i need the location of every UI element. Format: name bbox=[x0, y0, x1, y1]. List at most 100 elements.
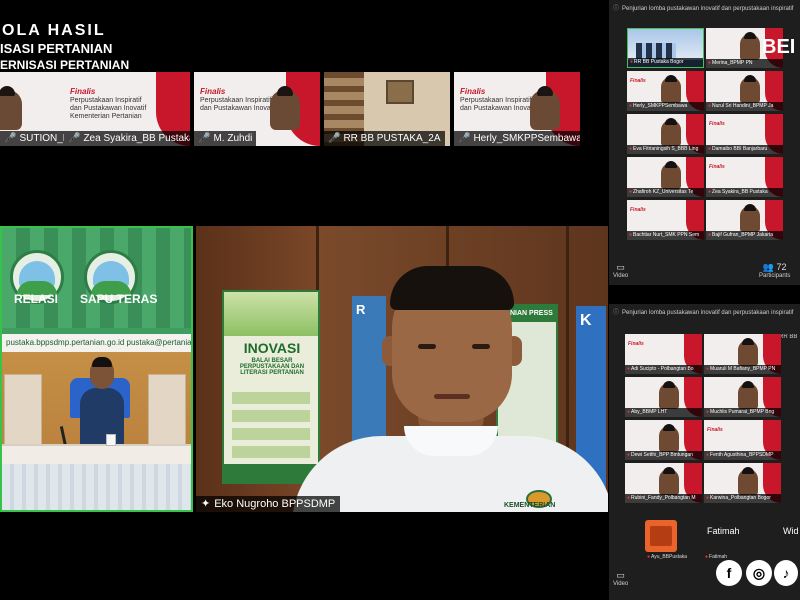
participant-tile[interactable]: ●Aby_BBMP LHT bbox=[625, 377, 702, 417]
participant-name: ●Dewi Setthi_BPP Bintungan bbox=[625, 451, 702, 460]
poster-letter: K bbox=[580, 312, 592, 329]
participant-name-text: RR BB Pustaka Bogor bbox=[634, 59, 684, 65]
cup bbox=[106, 434, 116, 446]
main-speaker-tile[interactable]: INOVASI BALAI BESAR PERPUSTAKAAN DAN LIT… bbox=[196, 226, 608, 512]
participant-tile[interactable]: Finalis ●Bachtiar Nurt_SMK PPN Sem bbox=[627, 200, 704, 240]
slide-line: Perpustakaan Inspiratif bbox=[200, 97, 272, 104]
shirt-logo-text: KEMENTERIAN bbox=[504, 502, 556, 509]
inovasi-poster: INOVASI BALAI BESAR PERPUSTAKAAN DAN LIT… bbox=[222, 290, 320, 484]
participant-name-text: Dewi Setthi_BPP Bintungan bbox=[631, 452, 693, 458]
slide-text: Finalis bbox=[628, 341, 644, 347]
poster-title: INOVASI bbox=[243, 340, 301, 356]
mic-muted-icon: 🎤 bbox=[4, 133, 17, 144]
participant-name: ●Fenth Agusthina_BPPSDMP bbox=[704, 451, 781, 460]
participant-name: ●Zhafiroh KZ_Universitas Te bbox=[627, 188, 704, 197]
banner-line-1: OLA HASIL bbox=[2, 22, 106, 39]
participant-name: ●Eva Fitrianingsih S_BBB Ling bbox=[627, 145, 704, 154]
participant-tile[interactable]: ●Muchlis Pumarai_BPMP Bng bbox=[704, 377, 781, 417]
slide-line: dan Pustakawan Inovatif bbox=[200, 105, 277, 112]
mic-muted-icon: ● bbox=[708, 232, 712, 238]
mic-muted-icon: 🎤 bbox=[328, 133, 341, 144]
participant-name-text: RR BB PUSTAKA_2A bbox=[343, 133, 441, 144]
speaker-name: ✦ Eko Nugroho BPPSDMP bbox=[196, 496, 341, 512]
participant-video bbox=[740, 32, 760, 60]
participant-tile-active[interactable]: RELASI SAPU TERAS pustaka.bppsdmp.pertan… bbox=[0, 226, 193, 512]
participant-name-text: Merina_BPMP PN bbox=[712, 60, 753, 66]
participant-name-text: M. Zuhdi bbox=[213, 133, 253, 144]
participant-name: ●Muchlis Pumarai_BPMP Bng bbox=[704, 408, 781, 417]
mic-muted-icon: ● bbox=[627, 409, 631, 415]
slide-heading: Finalis bbox=[200, 87, 226, 96]
participant-video bbox=[661, 75, 681, 103]
participant-tile[interactable]: ●Nurul Sri Handini_BPMP Ja bbox=[706, 71, 783, 111]
participant-tile[interactable]: Finalis Perpustakaan Inspiratif dan Pustak… bbox=[454, 72, 580, 146]
participant-name: 🎤 RR BB PUSTAKA_2A bbox=[324, 131, 445, 146]
poster-row bbox=[232, 410, 310, 422]
slide-heading: Finalis bbox=[628, 341, 644, 347]
participants-button[interactable]: 👥 72 Participants bbox=[759, 262, 790, 279]
person-head bbox=[90, 357, 114, 389]
participant-tile[interactable]: ●Bajif Gufran_BPMP Jakarta bbox=[706, 200, 783, 240]
participant-name-text: Karwina_Polbangtan Bogor bbox=[710, 495, 771, 501]
poster-label-sapu: SAPU TERAS bbox=[80, 292, 158, 306]
participant-video bbox=[661, 118, 681, 146]
participant-name: ●Merina_BPMP PN bbox=[706, 59, 783, 68]
banner-line-3: ERNISASI PERTANIAN bbox=[0, 58, 130, 72]
pin-icon: ✦ bbox=[201, 498, 211, 510]
mic-muted-icon: ● bbox=[630, 59, 634, 65]
instagram-icon[interactable]: ◎ bbox=[746, 560, 772, 586]
meeting-topic-text: Penjurian lomba pustakawan inovatif dan … bbox=[622, 310, 794, 316]
participant-tile[interactable]: ●Rubini_Fandy_Polbangtan M bbox=[625, 463, 702, 503]
participant-tile[interactable]: ●Karwina_Polbangtan Bogor bbox=[704, 463, 781, 503]
participant-name-text: Nurul Sri Handini_BPMP Ja bbox=[712, 103, 774, 109]
slide-heading: Finalis bbox=[460, 87, 486, 96]
participant-tile[interactable]: 🎤 RR BB PUSTAKA_2A bbox=[324, 72, 450, 146]
facebook-icon[interactable]: f bbox=[716, 560, 742, 586]
wall-panel bbox=[4, 374, 42, 454]
participant-tile[interactable]: Finalis ●Herly_SMKPPSembawa bbox=[627, 71, 704, 111]
participant-video bbox=[659, 381, 679, 409]
participant-video bbox=[661, 161, 681, 189]
participant-tile[interactable]: ●Dewi Setthi_BPP Bintungan bbox=[625, 420, 702, 460]
participant-name-text: Bachtiar Nurt_SMK PPN Sem bbox=[633, 232, 700, 238]
participant-tile[interactable]: Finalis Perpustakaan Inspiratif dan Pustak… bbox=[194, 72, 320, 146]
participant-tile[interactable]: ●Eva Fitrianingsih S_BBB Ling bbox=[627, 114, 704, 154]
slide-text: Finalis Perpustakaan Inspiratif dan Pustak… bbox=[460, 88, 536, 113]
camera-icon: ▭ bbox=[616, 570, 625, 580]
video-button[interactable]: ▭ Video bbox=[613, 570, 628, 587]
participant-tile[interactable]: Finalis ●Zea Syakira_BB Pustaka bbox=[706, 157, 783, 197]
mic-muted-icon: ● bbox=[706, 495, 710, 501]
slide-text: Finalis Perpustakaan Inspiratif dan Pustak… bbox=[200, 88, 276, 113]
slide-line: dan Pustakawan Inovatif bbox=[70, 105, 147, 112]
info-icon: ⓘ bbox=[613, 310, 620, 316]
overlay-text: BEI bbox=[762, 36, 796, 58]
participant-name: ●Muaruli M Bafiany_BPMP PN bbox=[704, 365, 781, 374]
mic-muted-icon: ● bbox=[627, 366, 631, 372]
slide-heading: Finalis bbox=[707, 427, 723, 433]
participant-name-text: Fenth Agusthina_BPPSDMP bbox=[710, 452, 774, 458]
participant-name: ●Nurul Sri Handini_BPMP Ja bbox=[706, 102, 783, 111]
participant-tile[interactable]: Finalis Perpustakaan Inspiratif dan Pustak… bbox=[64, 72, 190, 146]
participant-tile[interactable]: ●Muaruli M Bafiany_BPMP PN bbox=[704, 334, 781, 374]
info-icon: ⓘ bbox=[613, 6, 620, 12]
participant-tile[interactable]: ●Zhafiroh KZ_Universitas Te bbox=[627, 157, 704, 197]
video-button[interactable]: ▭ Video bbox=[613, 262, 628, 279]
participant-tile[interactable]: Finalis ●Adi Sucipto - Polbangtan Bo bbox=[625, 334, 702, 374]
slide-text: Finalis bbox=[630, 78, 646, 84]
tiktok-icon[interactable]: ♪ bbox=[774, 560, 798, 586]
poster-subtitle: BALAI BESAR PERPUSTAKAAN DAN LITERASI PE… bbox=[239, 358, 305, 376]
participant-tile[interactable]: Finalis ●Damaibo BBI Banjarbaru bbox=[706, 114, 783, 154]
poster-label-relasi: RELASI bbox=[14, 292, 59, 306]
participant-name: 🎤 Zea Syakira_BB Pustaka bbox=[64, 131, 190, 146]
participant-name-text: Muchlis Pumarai_BPMP Bng bbox=[710, 409, 775, 415]
participant-video bbox=[740, 204, 760, 232]
participant-avatar[interactable] bbox=[645, 520, 677, 552]
participant-tile[interactable]: ●RR BB Pustaka Bogor bbox=[627, 28, 704, 68]
participant-name: 🎤 M. Zuhdi bbox=[194, 131, 257, 146]
participant-tile[interactable]: Finalis ●Fenth Agusthina_BPPSDMP bbox=[704, 420, 781, 460]
slide-text: Finalis bbox=[630, 207, 646, 213]
participant-video bbox=[738, 338, 758, 366]
wall-frame bbox=[386, 80, 414, 104]
participant-name: ●Karwina_Polbangtan Bogor bbox=[704, 494, 781, 503]
mic-muted-icon: ● bbox=[708, 103, 712, 109]
